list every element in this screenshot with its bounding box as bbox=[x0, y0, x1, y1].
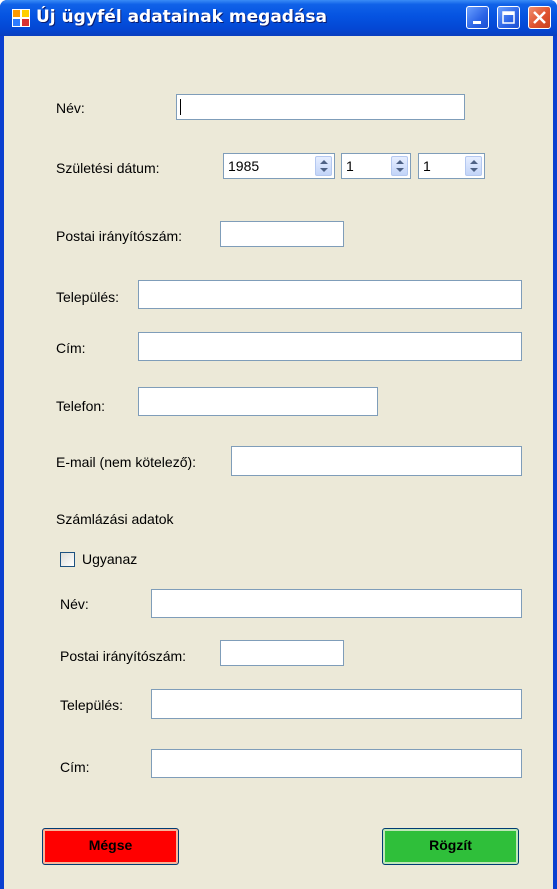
spin-up-icon[interactable] bbox=[320, 160, 328, 164]
postal-code-label: Postai irányítószám: bbox=[56, 228, 183, 244]
spin-down-icon[interactable] bbox=[396, 168, 404, 172]
year-spin-buttons[interactable] bbox=[315, 156, 332, 176]
title-bar[interactable]: Új ügyfél adatainak megadása bbox=[0, 0, 557, 36]
close-button[interactable] bbox=[528, 6, 551, 29]
email-input[interactable] bbox=[231, 446, 522, 476]
billing-section-label: Számlázási adatok bbox=[56, 511, 174, 527]
city-label: Település: bbox=[56, 289, 120, 305]
same-as-above-checkbox[interactable] bbox=[60, 552, 75, 567]
birth-year-stepper[interactable]: 1985 bbox=[223, 153, 335, 179]
spin-down-icon[interactable] bbox=[470, 168, 478, 172]
address-label: Cím: bbox=[56, 340, 86, 356]
form-area: Név: Születési dátum: 1985 1 1 Postai ir… bbox=[4, 36, 553, 889]
maximize-button[interactable] bbox=[497, 6, 520, 29]
billing-postal-code-input[interactable] bbox=[220, 640, 344, 666]
birth-year-value: 1985 bbox=[228, 158, 260, 174]
window-title: Új ügyfél adatainak megadása bbox=[36, 7, 328, 27]
billing-city-input[interactable] bbox=[151, 689, 522, 719]
city-input[interactable] bbox=[138, 280, 522, 309]
dialog-window: Új ügyfél adatainak megadása Név: Szület… bbox=[0, 0, 557, 889]
name-input[interactable] bbox=[176, 94, 465, 120]
spin-down-icon[interactable] bbox=[320, 168, 328, 172]
minimize-button[interactable] bbox=[466, 6, 489, 29]
save-button[interactable]: Rögzít bbox=[382, 828, 519, 865]
billing-name-label: Név: bbox=[60, 596, 89, 612]
name-label: Név: bbox=[56, 100, 85, 116]
minimize-icon bbox=[473, 21, 481, 24]
birth-day-value: 1 bbox=[423, 158, 431, 174]
phone-input[interactable] bbox=[138, 387, 378, 416]
spin-up-icon[interactable] bbox=[396, 160, 404, 164]
spin-up-icon[interactable] bbox=[470, 160, 478, 164]
address-input[interactable] bbox=[138, 332, 522, 361]
app-icon bbox=[12, 9, 30, 27]
maximize-icon bbox=[502, 11, 515, 24]
birth-day-stepper[interactable]: 1 bbox=[418, 153, 485, 179]
postal-code-input[interactable] bbox=[220, 221, 344, 247]
billing-address-input[interactable] bbox=[151, 749, 522, 778]
close-icon bbox=[533, 11, 546, 24]
billing-city-label: Település: bbox=[60, 697, 124, 713]
same-as-above-label[interactable]: Ugyanaz bbox=[82, 551, 137, 567]
billing-address-label: Cím: bbox=[60, 759, 90, 775]
billing-name-input[interactable] bbox=[151, 589, 522, 618]
birth-month-stepper[interactable]: 1 bbox=[341, 153, 411, 179]
month-spin-buttons[interactable] bbox=[391, 156, 408, 176]
email-label: E-mail (nem kötelező): bbox=[56, 454, 197, 470]
cancel-button[interactable]: Mégse bbox=[42, 828, 179, 865]
phone-label: Telefon: bbox=[56, 398, 106, 414]
birth-date-label: Születési dátum: bbox=[56, 160, 160, 176]
text-caret bbox=[180, 99, 181, 115]
billing-postal-code-label: Postai irányítószám: bbox=[60, 648, 187, 664]
day-spin-buttons[interactable] bbox=[465, 156, 482, 176]
birth-month-value: 1 bbox=[346, 158, 354, 174]
